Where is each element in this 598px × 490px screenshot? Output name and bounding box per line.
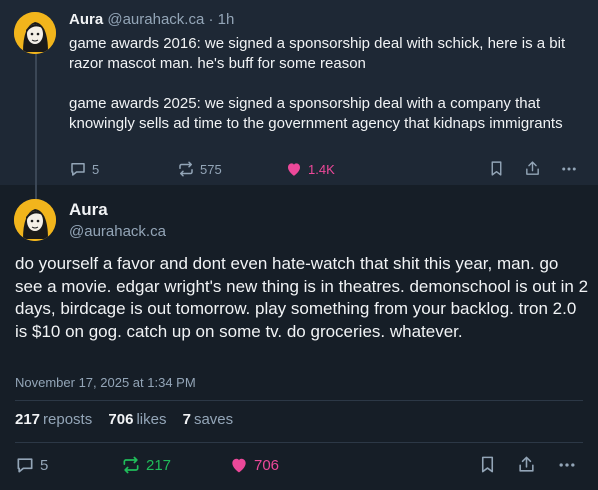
parent-repost-count: 575 [200,161,222,177]
parent-reply-count: 5 [92,161,100,177]
reposts-stat-label: reposts [43,411,93,428]
avatar-illustration [14,199,56,241]
main-author-name[interactable]: Aura [69,200,108,220]
likes-stat[interactable]: 706 likes [108,411,166,428]
main-repost-button[interactable]: 217 [121,455,171,475]
main-post-text: do yourself a favor and dont even hate-w… [15,254,589,341]
main-repost-count: 217 [146,456,172,474]
reposts-stat-count: 217 [15,411,41,428]
main-share-button[interactable] [517,455,536,474]
main-reply-count: 5 [40,456,49,474]
parent-author-avatar[interactable] [14,12,56,54]
parent-like-count: 1.4K [308,161,335,177]
parent-reply-button[interactable]: 5 [69,160,99,178]
bookmark-icon [481,456,494,473]
more-icon [559,463,575,467]
main-author-handle[interactable]: @aurahack.ca [69,223,166,240]
parent-author-name[interactable]: Aura [69,11,103,28]
main-bookmark-button[interactable] [478,455,497,474]
repost-icon [179,161,193,177]
heart-icon [288,163,300,176]
heart-icon [232,458,246,473]
reposts-stat[interactable]: 217 reposts [15,411,92,428]
main-like-count: 706 [254,456,280,474]
more-icon [562,167,576,171]
main-post-date: November 17, 2025 at 1:34 PM [15,375,196,390]
likes-stat-count: 706 [108,411,134,428]
saves-stat-label: saves [193,411,234,428]
main-post-actions: 5 217 706 [0,455,598,477]
saves-stat: 7 saves [183,411,234,428]
bookmark-icon [491,161,502,176]
main-like-button[interactable]: 706 [229,455,279,475]
parent-post-header: Aura @aurahack.ca · 1h [69,11,234,28]
engagement-stats: 217 reposts 706 likes 7 saves [15,411,245,428]
parent-post-text: game awards 2016: we signed a sponsorshi… [69,34,589,134]
likes-stat-label: likes [136,411,167,428]
parent-post-actions: 5 575 1.4K [0,160,598,180]
parent-share-button[interactable] [524,160,541,177]
main-reply-button[interactable]: 5 [15,455,48,475]
parent-repost-button[interactable]: 575 [177,160,222,178]
parent-paragraph: game awards 2016: we signed a sponsorshi… [69,35,566,72]
meta-separator: · [208,11,214,28]
share-icon [526,161,539,175]
main-author-avatar[interactable] [14,199,56,241]
parent-author-handle[interactable]: @aurahack.ca [107,11,204,28]
main-more-button[interactable] [557,455,577,475]
reply-icon [17,458,33,473]
divider [15,400,583,401]
saves-stat-count: 7 [182,411,191,428]
parent-paragraph: game awards 2025: we signed a sponsorshi… [69,95,563,132]
parent-like-button[interactable]: 1.4K [285,160,335,178]
parent-more-button[interactable] [560,160,578,178]
reply-icon [71,163,85,176]
divider [15,442,583,443]
share-icon [519,456,534,472]
repost-icon [123,456,139,474]
parent-bookmark-button[interactable] [488,160,505,177]
avatar-illustration [14,12,56,54]
parent-post-time[interactable]: 1h [218,11,235,28]
